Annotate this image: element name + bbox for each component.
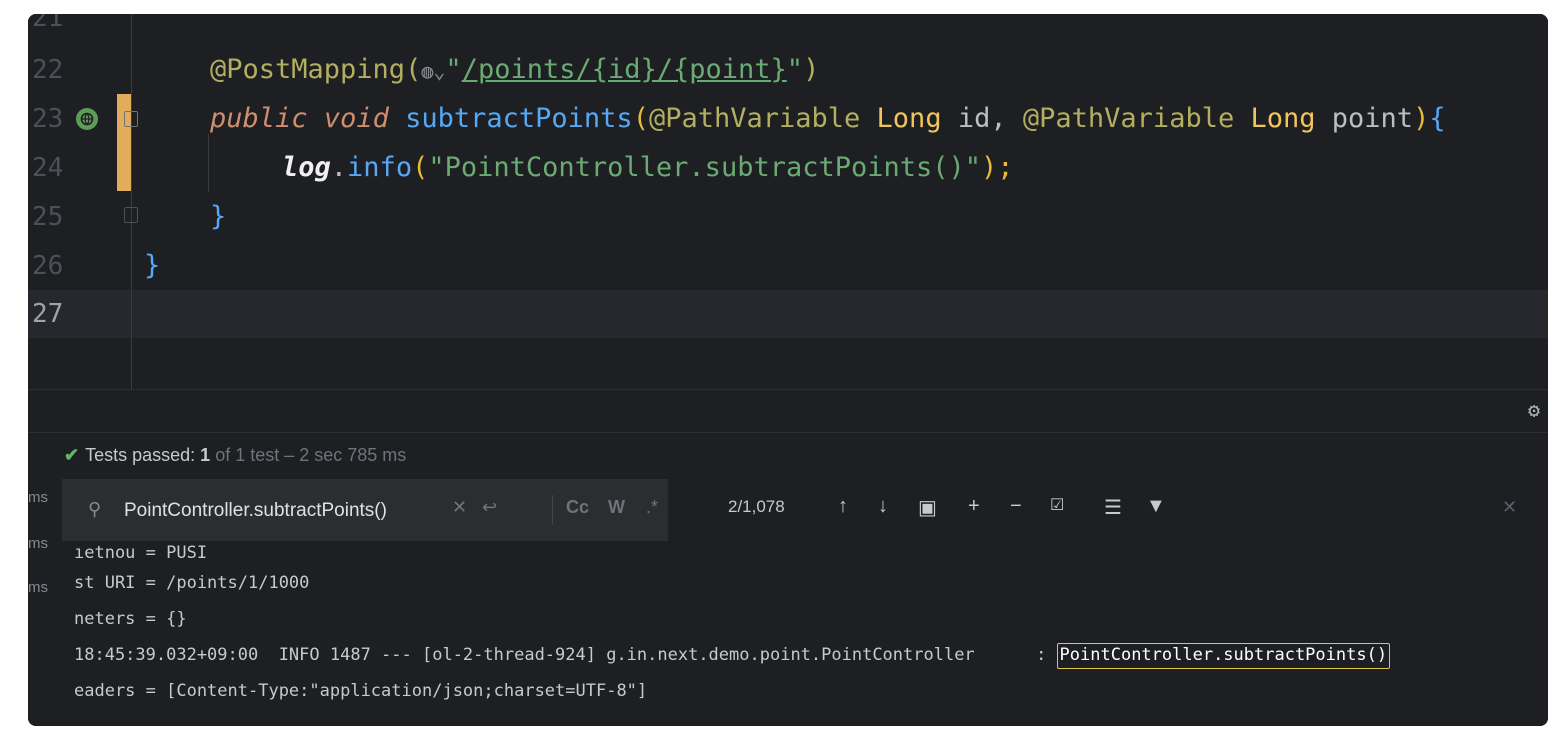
- log-variable: log: [282, 152, 331, 183]
- new-line-icon[interactable]: ↩: [482, 497, 497, 518]
- closing-brace: }: [210, 201, 227, 232]
- line-number: 21: [32, 14, 64, 33]
- gear-icon[interactable]: ⚙: [1528, 400, 1540, 420]
- console-line: eaders = [Content-Type:"application/json…: [74, 681, 648, 701]
- code-line-22: 22 @PostMapping(◍⌄"/points/{id}/{point}"…: [28, 46, 1548, 94]
- code-line-23: 23 public void subtractPoints(@PathVaria…: [28, 95, 1548, 143]
- log-prefix: 18:45:39.032+09:00 INFO 1487 --- [ol-2-t…: [74, 645, 1057, 665]
- test-status-text: ✔ Tests passed: 1 of 1 test – 2 sec 785 m…: [64, 433, 406, 477]
- closing-brace: }: [144, 250, 161, 281]
- type-name: Long: [1250, 103, 1316, 134]
- paren: (: [632, 103, 649, 134]
- globe-icon: [80, 112, 94, 126]
- remove-occurrence-icon[interactable]: −: [1010, 495, 1022, 518]
- search-match-highlight: PointController.subtractPoints(): [1056, 643, 1391, 669]
- test-status-bar: ✔ Tests passed: 1 of 1 test – 2 sec 785 m…: [28, 432, 1548, 479]
- annotation: @PostMapping(: [210, 54, 422, 85]
- console-line: st URI = /points/1/1000: [74, 573, 310, 593]
- paren: ): [1413, 103, 1430, 134]
- ide-window: 21 22 @PostMapping(◍⌄"/points/{id}/{poin…: [28, 14, 1548, 726]
- keyword: void: [323, 103, 389, 134]
- close-search-icon[interactable]: ✕: [1502, 497, 1517, 518]
- annotation: @PathVariable: [648, 103, 861, 134]
- line-number: 24: [32, 153, 64, 183]
- spring-bean-icon[interactable]: [76, 108, 98, 130]
- test-time: ms: [28, 535, 48, 552]
- paren: ): [803, 54, 820, 85]
- method-name: subtractPoints: [405, 103, 633, 134]
- separator: [552, 495, 553, 525]
- code-line-25: 25 }: [28, 193, 1548, 241]
- code-editor[interactable]: 21 22 @PostMapping(◍⌄"/points/{id}/{poin…: [28, 14, 1548, 389]
- code-line-24: 24 log.info("PointController.subtractPoi…: [28, 144, 1548, 192]
- code-text[interactable]: log.info("PointController.subtractPoints…: [282, 144, 1014, 192]
- type-name: Long: [876, 103, 942, 134]
- fold-end-icon[interactable]: [124, 207, 138, 223]
- regex-button[interactable]: .*: [646, 497, 658, 518]
- console-output[interactable]: ms ms ms ıetnou = PUSI st URI = /points/…: [28, 479, 1548, 726]
- show-matches-icon[interactable]: ☰: [1104, 495, 1122, 520]
- run-toolwindow-header: ⚙: [28, 389, 1548, 432]
- check-icon: ✔: [64, 445, 80, 465]
- test-time: ms: [28, 579, 48, 596]
- line-number: 23: [32, 104, 64, 134]
- test-time[interactable]: ms: [28, 489, 48, 506]
- filter-icon[interactable]: ▼: [1146, 495, 1166, 518]
- clear-search-icon[interactable]: ✕: [452, 497, 467, 518]
- paren: (: [412, 152, 429, 183]
- url-link[interactable]: /points/{id}/{point}: [462, 54, 787, 85]
- whole-words-button[interactable]: W: [608, 497, 625, 518]
- status-prefix: Tests passed:: [85, 445, 196, 465]
- test-tree-column: ms ms ms: [28, 479, 62, 726]
- previous-occurrence-icon[interactable]: ↑: [838, 495, 848, 518]
- method-call: info: [347, 152, 413, 183]
- match-count: 2/1,078: [728, 497, 785, 516]
- status-count: 1: [200, 445, 211, 465]
- line-number: 25: [32, 202, 64, 232]
- code-text[interactable]: public void subtractPoints(@PathVariable…: [210, 95, 1446, 143]
- globe-icon[interactable]: ◍⌄: [421, 59, 445, 83]
- code-line-27: 27: [28, 290, 1548, 338]
- code-line-21: 21: [28, 14, 1548, 42]
- code-text[interactable]: @PostMapping(◍⌄"/points/{id}/{point}"): [210, 46, 819, 95]
- dot: .: [330, 152, 348, 183]
- line-number: 26: [32, 251, 64, 281]
- line-number: 22: [32, 55, 64, 85]
- select-all-occurrences-icon[interactable]: ☑: [1050, 495, 1064, 515]
- param: id,: [957, 103, 1007, 134]
- paren: );: [981, 152, 1014, 183]
- match-case-button[interactable]: Cc: [566, 497, 589, 518]
- search-icon[interactable]: ⚲: [88, 499, 101, 520]
- param: point: [1331, 103, 1414, 134]
- add-occurrence-icon[interactable]: +: [968, 495, 980, 518]
- search-input[interactable]: [122, 497, 446, 525]
- string-quote: ": [445, 54, 462, 85]
- annotation: @PathVariable: [1022, 103, 1235, 134]
- console-line: neters = {}: [74, 609, 187, 629]
- keyword: public: [210, 103, 308, 134]
- console-search-bar: ⚲ ✕ ↩ Cc W .*: [62, 479, 668, 541]
- fold-icon[interactable]: [124, 111, 138, 127]
- string-literal: "PointController.subtractPoints()": [428, 152, 982, 183]
- next-occurrence-icon[interactable]: ↓: [878, 495, 888, 518]
- brace: {: [1429, 103, 1446, 134]
- console-line: 18:45:39.032+09:00 INFO 1487 --- [ol-2-t…: [74, 637, 1391, 673]
- filter-lines-icon[interactable]: ▣: [918, 495, 937, 520]
- string-quote: ": [786, 54, 804, 85]
- line-number: 27: [32, 299, 64, 329]
- code-line-26: 26 }: [28, 242, 1548, 290]
- status-detail: of 1 test – 2 sec 785 ms: [215, 445, 407, 465]
